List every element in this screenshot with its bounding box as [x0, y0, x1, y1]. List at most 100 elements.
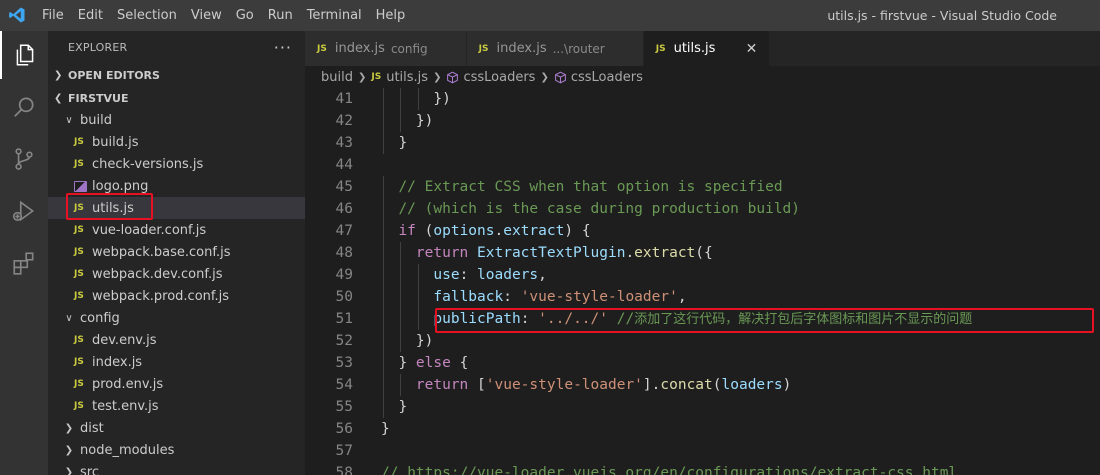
code-text: if (options.extract) { [398, 223, 591, 239]
chevron-right-icon: ❯ [54, 69, 63, 81]
code-line[interactable]: 55} [305, 396, 1100, 418]
code-line[interactable]: 45 // Extract CSS when that option is spe… [305, 176, 1100, 198]
line-number: 52 [335, 333, 353, 349]
menu-file[interactable]: File [35, 0, 71, 31]
tree-file[interactable]: JS webpack.base.conf.js [48, 241, 305, 263]
indent-guide [417, 264, 419, 286]
code-line[interactable]: 50 fallback: 'vue-style-loader', [305, 286, 1100, 308]
code-line[interactable]: 49 use: loaders, [305, 264, 1100, 286]
tree-file[interactable]: JS check-versions.js [48, 153, 305, 175]
code-line[interactable]: 41}) [305, 88, 1100, 110]
code-line[interactable]: 43} [305, 132, 1100, 154]
tree-folder[interactable]: ❯ dist [48, 417, 305, 439]
menu-go[interactable]: Go [229, 0, 261, 31]
more-actions-icon[interactable]: ··· [274, 38, 292, 57]
tree-file[interactable]: JS vue-loader.conf.js [48, 219, 305, 241]
image-file-icon [74, 180, 87, 192]
indent-guide [400, 110, 402, 132]
tree-folder[interactable]: ❯ src [48, 461, 305, 475]
tree-file[interactable]: JS index.js [48, 351, 305, 373]
js-file-icon: JS [74, 137, 84, 147]
menu-help[interactable]: Help [369, 0, 413, 31]
tree-file[interactable]: JS test.env.js [48, 395, 305, 417]
utils-annotation-box [66, 193, 153, 220]
code-text: use: loaders, [433, 267, 547, 283]
indent-guide [417, 308, 419, 330]
js-file-icon: JS [74, 247, 84, 257]
breadcrumb-folder[interactable]: build [321, 70, 353, 85]
source-control-icon[interactable] [0, 135, 48, 183]
js-file-icon: JS [317, 43, 327, 54]
code-line[interactable]: 56} [305, 418, 1100, 440]
code-editor[interactable]: 41}) 42}) 43} 44 45// Extract CSS when that … [305, 88, 1100, 475]
close-icon[interactable]: ✕ [743, 41, 759, 57]
code-line[interactable]: 57 [305, 440, 1100, 462]
code-line[interactable]: 47 if (options.extract) { [305, 220, 1100, 242]
code-text: } [398, 135, 408, 151]
breadcrumb-file[interactable]: utils.js [386, 70, 428, 85]
breadcrumb-symbol[interactable]: cssLoaders [463, 70, 535, 85]
code-line[interactable]: 44 [305, 154, 1100, 176]
code-line[interactable]: 58 // https://vue-loader.vuejs.org/en/con… [305, 462, 1100, 475]
js-file-icon: JS [74, 335, 84, 345]
line-number: 50 [335, 289, 353, 305]
indent-guide [400, 88, 402, 110]
run-debug-icon[interactable] [0, 187, 48, 235]
open-editors-section[interactable]: ❯ OPEN EDITORS [48, 64, 305, 86]
tab-index-config[interactable]: JS index.js config [305, 31, 467, 66]
code-text: }) [415, 333, 434, 349]
indent-guide [383, 132, 384, 154]
line-number: 42 [335, 113, 353, 129]
breadcrumb-symbol[interactable]: cssLoaders [571, 70, 643, 85]
code-line[interactable]: 48 return ExtractTextPlugin.extract({ [305, 242, 1100, 264]
line-number: 56 [335, 421, 353, 437]
code-annotation-box [435, 308, 1094, 333]
code-line[interactable]: 54 return ['vue-style-loader'].concat(loa… [305, 374, 1100, 396]
indent-guide [383, 88, 384, 110]
code-text: return ExtractTextPlugin.extract({ [415, 245, 713, 261]
line-number: 46 [335, 201, 353, 217]
tree-file[interactable]: JS dev.env.js [48, 329, 305, 351]
tree-file[interactable]: JS webpack.dev.conf.js [48, 263, 305, 285]
tree-folder[interactable]: ❯ node_modules [48, 439, 305, 461]
method-cube-icon [447, 71, 459, 83]
js-file-icon: JS [74, 357, 84, 367]
tree-item-label: webpack.prod.conf.js [92, 288, 230, 304]
method-cube-icon [554, 71, 566, 83]
tree-folder[interactable]: ∨ config [48, 307, 305, 329]
indent-guide [383, 374, 384, 396]
tab-index-router[interactable]: JS index.js ...\router [466, 31, 644, 66]
tab-description: config [390, 41, 428, 56]
code-line[interactable]: 42}) [305, 110, 1100, 132]
menu-selection[interactable]: Selection [110, 0, 184, 31]
project-section[interactable]: ❮ FIRSTVUE [48, 87, 305, 109]
chevron-right-icon: ❯ [64, 466, 74, 475]
extensions-icon[interactable] [0, 239, 48, 287]
indent-guide [383, 330, 384, 352]
line-number: 53 [335, 355, 353, 371]
js-file-icon: JS [74, 269, 84, 279]
menu-terminal[interactable]: Terminal [300, 0, 369, 31]
code-line[interactable]: 53} else { [305, 352, 1100, 374]
menu-run[interactable]: Run [261, 0, 300, 31]
tree-file[interactable]: JS prod.env.js [48, 373, 305, 395]
js-file-icon: JS [655, 43, 666, 54]
tree-folder[interactable]: ∨ build [48, 109, 305, 131]
code-line[interactable]: 46 // (which is the case during productio… [305, 198, 1100, 220]
tree-file[interactable]: JS build.js [48, 131, 305, 153]
activity-bar [0, 31, 48, 475]
menu-edit[interactable]: Edit [71, 0, 110, 31]
chevron-right-icon: ❯ [540, 71, 549, 83]
search-icon[interactable] [0, 83, 48, 131]
editor-tabs: JS index.js config JS index.js ...\route… [305, 31, 1100, 66]
tree-file[interactable]: JS webpack.prod.conf.js [48, 285, 305, 307]
indent-guide [383, 176, 384, 198]
menu-view[interactable]: View [184, 0, 229, 31]
tab-utils[interactable]: JS utils.js ✕ [643, 31, 771, 66]
code-line[interactable]: 52}) [305, 330, 1100, 352]
explorer-icon[interactable] [0, 31, 48, 79]
tab-label: index.js [334, 41, 385, 56]
line-number: 47 [335, 223, 353, 239]
indent-guide [383, 198, 384, 220]
explorer-title: EXPLORER [68, 41, 128, 54]
